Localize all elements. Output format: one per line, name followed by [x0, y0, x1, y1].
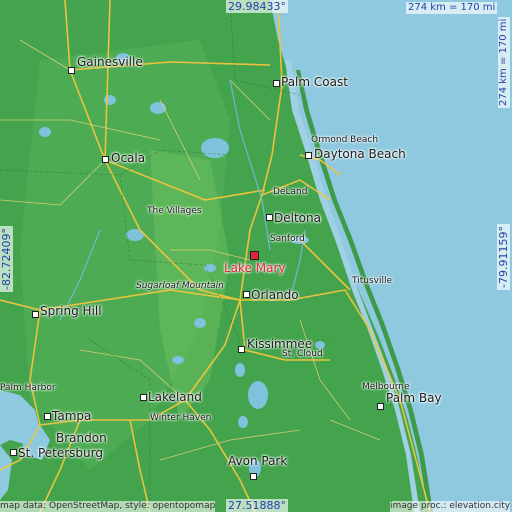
- palm-bay-dot: [377, 403, 384, 410]
- coord-bottom-lat: 27.51888°: [226, 499, 288, 512]
- city-label-the-villages: The Villages: [147, 206, 202, 216]
- map-view[interactable]: Gainesville Palm Coast Ocala Ormond Beac…: [0, 0, 512, 512]
- city-label-palm-harbor: Palm Harbor: [0, 383, 56, 393]
- city-label-brandon: Brandon: [56, 431, 107, 445]
- kissimmee-dot: [238, 346, 245, 353]
- city-label-st-petersburg: St. Petersburg: [18, 446, 103, 460]
- city-label-gainesville: Gainesville: [77, 55, 143, 69]
- city-label-st-cloud: St. Cloud: [282, 349, 323, 359]
- city-label-orlando: Orlando: [251, 288, 299, 302]
- city-label-deltona: Deltona: [274, 211, 321, 225]
- palm-coast-dot: [273, 80, 280, 87]
- daytona-beach-dot: [305, 152, 312, 159]
- city-label-tampa: Tampa: [52, 409, 92, 423]
- city-label-palm-bay: Palm Bay: [386, 391, 442, 405]
- city-label-lakeland: Lakeland: [148, 390, 202, 404]
- scale-horizontal: 274 km = 170 mi: [406, 2, 498, 14]
- credit-map-data[interactable]: map data: OpenStreetMap, style: opentopo…: [0, 501, 216, 512]
- coord-top-lat: 29.98433°: [226, 0, 288, 13]
- city-label-ocala: Ocala: [111, 151, 146, 165]
- city-label-titusville: Titusville: [352, 276, 393, 286]
- deltona-dot: [266, 214, 273, 221]
- orlando-dot: [243, 291, 250, 298]
- ocala-dot: [102, 156, 109, 163]
- featured-place-label[interactable]: Lake Mary: [224, 262, 286, 274]
- lakeland-dot: [140, 394, 147, 401]
- coord-left-lon: -82.72409°: [0, 226, 13, 292]
- city-label-spring-hill: Spring Hill: [40, 304, 102, 318]
- spring-hill-dot: [32, 311, 39, 318]
- city-label-ormond-beach: Ormond Beach: [311, 135, 379, 145]
- lake-mary-marker[interactable]: [250, 251, 259, 260]
- tampa-dot: [44, 413, 51, 420]
- avon-park-dot: [250, 473, 257, 480]
- city-label-sanford: Sanford: [270, 234, 305, 244]
- gainesville-dot: [68, 67, 75, 74]
- city-label-sugarloaf: Sugarloaf Mountain: [136, 281, 224, 291]
- coord-right-lon: -79.91159°: [497, 224, 510, 290]
- st-petersburg-dot: [10, 449, 17, 456]
- scale-vertical: 274 km = 170 mi: [498, 16, 510, 108]
- credit-image-proc[interactable]: image proc.: elevation.city: [390, 501, 511, 512]
- city-label-deland: DeLand: [273, 187, 308, 197]
- city-label-daytona-beach: Daytona Beach: [314, 147, 406, 161]
- city-label-winter-haven: Winter Haven: [150, 413, 212, 423]
- city-label-palm-coast: Palm Coast: [281, 75, 348, 89]
- city-label-avon-park: Avon Park: [228, 454, 288, 468]
